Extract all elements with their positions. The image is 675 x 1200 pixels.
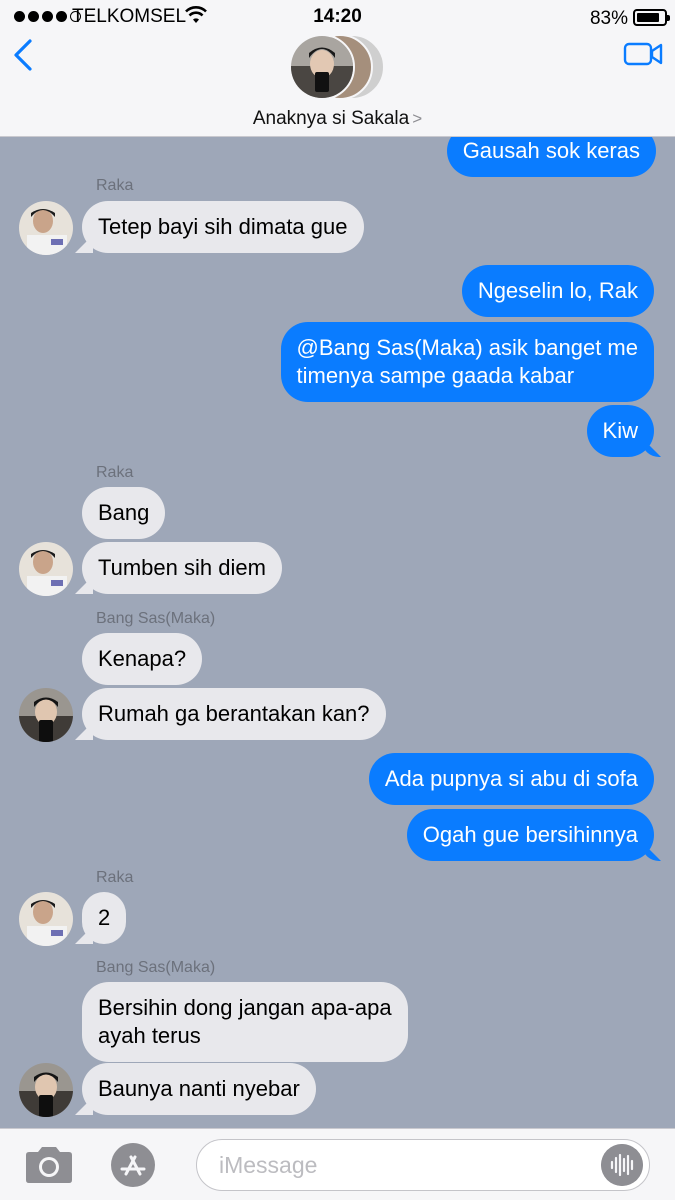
video-camera-icon[interactable]	[623, 40, 663, 68]
outgoing-message[interactable]: Ngeselin lo, Rak	[461, 265, 654, 317]
conversation-title[interactable]: Anaknya si Sakala >	[0, 108, 675, 130]
message-list[interactable]: Gausah sok keras Raka Tetep bayi sih dim…	[0, 137, 675, 1128]
group-avatar-stack[interactable]	[289, 34, 389, 102]
sender-name: Bang Sas(Maka)	[96, 959, 216, 976]
incoming-message[interactable]: Tetep bayi sih dimata gue	[82, 201, 364, 253]
sender-name: Raka	[96, 177, 134, 194]
battery-icon	[633, 9, 670, 26]
battery-percent: 83%	[589, 8, 628, 29]
group-name-label: Anaknya si Sakala	[252, 108, 410, 129]
message-input[interactable]	[219, 1150, 579, 1180]
incoming-message[interactable]: Bersihin dong jangan apa-apa ayah terus	[82, 982, 408, 1062]
avatar	[19, 892, 73, 946]
incoming-message[interactable]: Tumben sih diem	[82, 542, 282, 594]
avatar	[19, 201, 73, 255]
sender-name: Raka	[96, 464, 134, 481]
message-line: @Bang Sas(Maka) asik banget me	[296, 335, 639, 360]
outgoing-message[interactable]: Kiw	[586, 405, 654, 457]
message-line: ayah terus	[98, 1023, 201, 1048]
camera-icon[interactable]	[22, 1145, 76, 1185]
status-bar: TELKOMSEL 14:20 83%	[0, 0, 675, 34]
outgoing-message[interactable]: Gausah sok keras	[446, 137, 656, 177]
outgoing-message[interactable]: Ada pupnya si abu di sofa	[368, 753, 654, 805]
compose-bar	[0, 1128, 675, 1200]
chevron-left-icon[interactable]	[10, 38, 40, 72]
outgoing-message[interactable]: Ogah gue bersihinnya	[406, 809, 654, 861]
sender-name: Bang Sas(Maka)	[96, 610, 216, 627]
outgoing-message[interactable]: @Bang Sas(Maka) asik banget me timenya s…	[280, 322, 654, 402]
avatar	[19, 1063, 73, 1117]
status-time: 14:20	[313, 6, 362, 27]
incoming-message[interactable]: Kenapa?	[82, 633, 203, 685]
message-line: Bersihin dong jangan apa-apa	[98, 995, 392, 1020]
message-line: timenya sampe gaada kabar	[296, 363, 575, 388]
app-store-icon[interactable]	[107, 1141, 163, 1189]
message-input-container[interactable]	[196, 1139, 650, 1191]
sender-name: Raka	[96, 869, 134, 886]
audio-waveform-icon[interactable]	[601, 1144, 643, 1186]
incoming-message[interactable]: Rumah ga berantakan kan?	[82, 688, 386, 740]
avatar	[19, 688, 73, 742]
incoming-message[interactable]: Baunya nanti nyebar	[82, 1063, 316, 1115]
chevron-right-icon: >	[412, 109, 423, 128]
avatar	[289, 34, 355, 100]
navigation-header: TELKOMSEL 14:20 83% Anaknya si Sakala >	[0, 0, 675, 137]
avatar	[19, 542, 73, 596]
incoming-message[interactable]: 2	[82, 892, 127, 944]
incoming-message[interactable]: Bang	[82, 487, 166, 539]
